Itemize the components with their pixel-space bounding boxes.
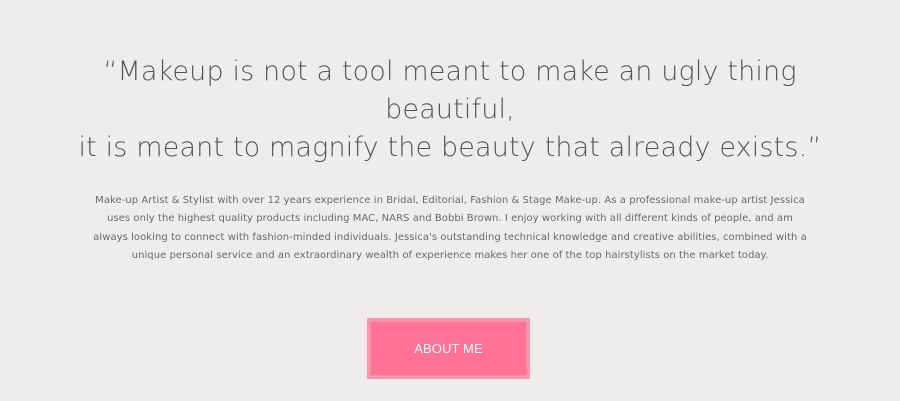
quote-line: it is meant to magnify the beauty that a… — [78, 132, 822, 164]
about-me-button[interactable]: ABOUT ME — [367, 318, 530, 379]
bio-paragraph: Make-up Artist & Stylist with over 12 ye… — [93, 195, 807, 262]
hero-section: “Makeup is not a tool meant to make an u… — [0, 0, 900, 401]
quote-line: “Makeup is not a tool meant to make an u… — [103, 56, 797, 88]
quote-line: beautiful, — [385, 94, 515, 126]
hero-quote: “Makeup is not a tool meant to make an u… — [0, 53, 900, 167]
